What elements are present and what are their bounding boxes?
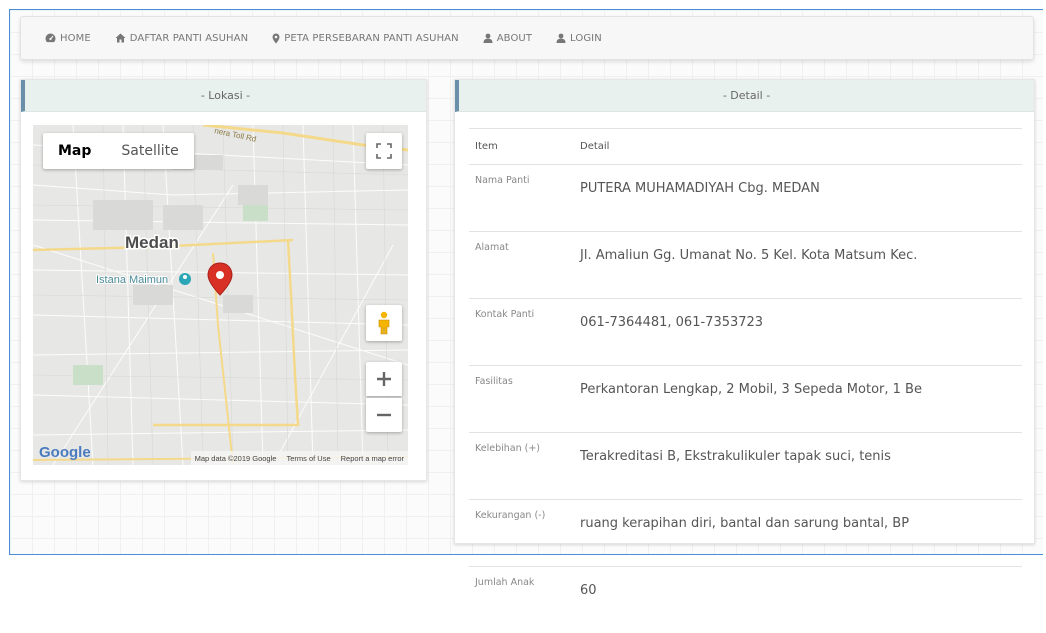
row-value: 60 (574, 567, 1022, 633)
lokasi-panel-title: - Lokasi - (21, 80, 426, 112)
nav-peta-persebaran[interactable]: PETA PERSEBARAN PANTI ASUHAN (272, 33, 459, 44)
nav-login-label: LOGIN (570, 33, 602, 44)
row-value: Terakreditasi B, Ekstrakulikuler tapak s… (574, 433, 1022, 500)
nav-about-label: ABOUT (497, 33, 532, 44)
zoom-out-button[interactable] (366, 398, 402, 432)
table-row: Fasilitas Perkantoran Lengkap, 2 Mobil, … (469, 366, 1022, 433)
user-icon (483, 33, 493, 43)
nav-peta-label: PETA PERSEBARAN PANTI ASUHAN (284, 33, 459, 44)
map-type-map-button[interactable]: Map (43, 133, 106, 169)
top-navbar: HOME DAFTAR PANTI ASUHAN PETA PERSEBARAN… (20, 16, 1034, 60)
report-map-error-link[interactable]: Report a map error (341, 454, 404, 463)
row-key: Kontak Panti (469, 299, 574, 366)
lokasi-panel: - Lokasi - (20, 79, 427, 481)
row-key: Alamat (469, 232, 574, 299)
row-key: Kelebihan (+) (469, 433, 574, 500)
table-row: Kekurangan (-) ruang kerapihan diri, ban… (469, 500, 1022, 567)
nav-home[interactable]: HOME (45, 33, 91, 44)
map-type-control: Map Satellite (43, 133, 194, 169)
fullscreen-icon (376, 143, 392, 159)
table-row: Nama Panti PUTERA MUHAMADIYAH Cbg. MEDAN (469, 165, 1022, 232)
dashboard-icon (45, 33, 56, 43)
terms-of-use-link[interactable]: Terms of Use (286, 454, 330, 463)
map-view[interactable]: nera Toll Rd Medan Istana Maimun Map Sat… (33, 125, 408, 465)
column-header-detail: Detail (574, 129, 1022, 165)
nav-daftar-panti[interactable]: DAFTAR PANTI ASUHAN (115, 33, 248, 44)
row-key: Fasilitas (469, 366, 574, 433)
zoom-in-button[interactable] (366, 362, 402, 396)
table-row: Kontak Panti 061-7364481, 061-7353723 (469, 299, 1022, 366)
poi-icon (179, 273, 191, 285)
table-row: Kelebihan (+) Terakreditasi B, Ekstrakul… (469, 433, 1022, 500)
table-row: Alamat Jl. Amaliun Gg. Umanat No. 5 Kel.… (469, 232, 1022, 299)
row-value: 061-7364481, 061-7353723 (574, 299, 1022, 366)
street-view-pegman-button[interactable] (366, 305, 402, 341)
home-icon (115, 33, 126, 43)
row-value: ruang kerapihan diri, bantal dan sarung … (574, 500, 1022, 567)
column-header-item: Item (469, 129, 574, 165)
google-logo: Google (39, 444, 91, 461)
row-value: PUTERA MUHAMADIYAH Cbg. MEDAN (574, 165, 1022, 232)
user-icon (556, 33, 566, 43)
table-row: Jumlah Anak 60 (469, 567, 1022, 633)
map-data-attribution: Map data ©2019 Google (195, 454, 277, 463)
nav-login[interactable]: LOGIN (556, 33, 602, 44)
plus-icon (376, 371, 392, 387)
nav-home-label: HOME (60, 33, 91, 44)
row-key: Kekurangan (-) (469, 500, 574, 567)
detail-panel-title: - Detail - (455, 80, 1034, 112)
map-city-label: Medan (125, 233, 179, 252)
fullscreen-button[interactable] (366, 133, 402, 169)
map-tiles: nera Toll Rd Medan Istana Maimun (33, 125, 408, 465)
map-type-satellite-button[interactable]: Satellite (106, 133, 193, 169)
pegman-icon (377, 311, 391, 335)
row-key: Jumlah Anak (469, 567, 574, 633)
detail-table: Item Detail Nama Panti PUTERA MUHAMADIYA… (469, 128, 1022, 633)
table-header-row: Item Detail (469, 129, 1022, 165)
row-value: Perkantoran Lengkap, 2 Mobil, 3 Sepeda M… (574, 366, 1022, 433)
row-key: Nama Panti (469, 165, 574, 232)
detail-panel: - Detail - Item Detail Nama Panti PUTERA… (454, 79, 1035, 544)
nav-daftar-label: DAFTAR PANTI ASUHAN (130, 33, 248, 44)
map-attribution-bar: Map data ©2019 Google Terms of Use Repor… (191, 451, 408, 465)
row-value: Jl. Amaliun Gg. Umanat No. 5 Kel. Kota M… (574, 232, 1022, 299)
map-marker-icon (272, 33, 280, 44)
minus-icon (376, 407, 392, 423)
map-poi-label: Istana Maimun (96, 274, 168, 286)
nav-about[interactable]: ABOUT (483, 33, 532, 44)
